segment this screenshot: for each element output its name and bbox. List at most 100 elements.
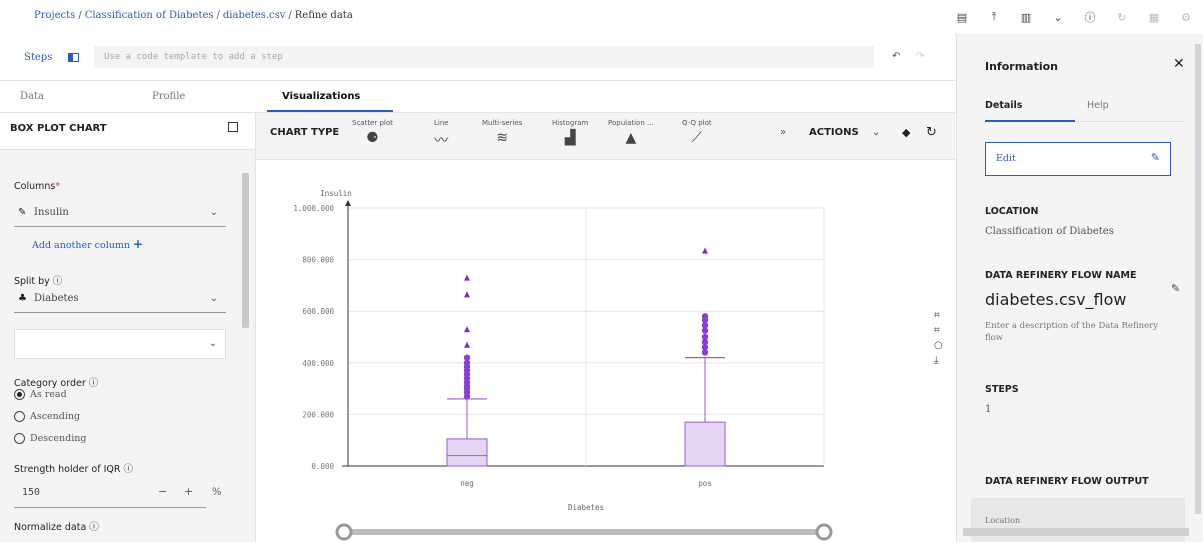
iqr-increment-button[interactable]: + bbox=[184, 485, 193, 498]
location-value: Classification of Diabetes bbox=[985, 226, 1114, 237]
steps-count: 1 bbox=[985, 404, 992, 415]
category-order-label: Category order ⓘ bbox=[14, 378, 99, 389]
table-icon[interactable]: ▤ bbox=[951, 8, 973, 26]
iqr-underline bbox=[14, 507, 206, 508]
tab-visualizations[interactable]: Visualizations bbox=[282, 91, 360, 102]
tab-data[interactable]: Data bbox=[20, 91, 44, 102]
chart-type-line[interactable]: Line 〰 bbox=[434, 119, 449, 150]
outlier-point bbox=[464, 274, 470, 281]
chart-area: 0.000 200.000 400.000 600.000 800.000 1,000.0… bbox=[256, 160, 955, 542]
pencil-icon: ✎ bbox=[1150, 151, 1160, 164]
outlier-point bbox=[464, 291, 470, 298]
undo-icon[interactable]: ↶ bbox=[892, 51, 900, 62]
y-axis-title: Insulin bbox=[320, 189, 352, 198]
chevron-down-icon[interactable]: ⌄ bbox=[872, 127, 880, 138]
outlier-point bbox=[463, 354, 471, 361]
steps-panel-toggle-icon[interactable] bbox=[68, 53, 79, 62]
chevron-down-icon: ⌄ bbox=[209, 293, 218, 304]
chevron-down-icon: ⌄ bbox=[208, 338, 217, 349]
range-slider-right-handle[interactable] bbox=[815, 523, 833, 541]
range-slider-left-handle[interactable] bbox=[335, 523, 353, 541]
y-tick-label: 600.000 bbox=[302, 307, 334, 316]
split-by-select[interactable]: ♣ Diabetes ⌄ bbox=[14, 287, 226, 313]
box-plot-chart: 0.000 200.000 400.000 600.000 800.000 1,000.0… bbox=[293, 189, 833, 541]
view-tabs: Data Profile Visualizations bbox=[0, 80, 955, 113]
reset-icon[interactable]: ○ bbox=[934, 340, 943, 351]
tab-help[interactable]: Help bbox=[1087, 100, 1109, 111]
chart-type-histogram[interactable]: Histogram ▟ bbox=[552, 119, 588, 146]
step-input[interactable]: Use a code template to add a step bbox=[94, 46, 874, 68]
chart-type-multiseries[interactable]: Multi-series ≋ bbox=[482, 119, 522, 146]
tab-details[interactable]: Details bbox=[985, 100, 1022, 111]
actions-menu[interactable]: ACTIONS bbox=[809, 127, 859, 138]
secondary-select[interactable]: ⌄ bbox=[14, 329, 226, 359]
active-tab-indicator bbox=[985, 120, 1075, 122]
breadcrumb: Projects / Classification of Diabetes / diab… bbox=[34, 10, 353, 21]
edit-flow-name-icon[interactable]: ✎ bbox=[1171, 282, 1180, 295]
outlier-point bbox=[702, 247, 708, 254]
flow-output-label: DATA REFINERY FLOW OUTPUT bbox=[985, 476, 1149, 487]
tag-icon[interactable]: ◆ bbox=[902, 126, 910, 139]
grid-icon[interactable]: ▦ bbox=[1143, 8, 1165, 26]
download-icon[interactable]: ⤓ bbox=[934, 355, 943, 366]
outlier-point bbox=[464, 341, 470, 348]
crop-icon[interactable]: ⌗ bbox=[934, 310, 943, 321]
horizontal-scrollbar[interactable] bbox=[963, 528, 1189, 536]
panel-scrollbar[interactable] bbox=[1195, 44, 1201, 514]
chart-type-qq[interactable]: Q-Q plot ⟋ bbox=[682, 119, 712, 146]
radio-descending[interactable]: Descending bbox=[14, 433, 87, 444]
box bbox=[446, 438, 488, 467]
chart-type-population[interactable]: Population ... ▲ bbox=[608, 119, 654, 146]
breadcrumb-projects[interactable]: Projects bbox=[34, 10, 75, 21]
chart-settings-panel: BOX PLOT CHART Columns* ✎ Insulin ⌄ Add … bbox=[0, 113, 256, 542]
active-tab-indicator bbox=[267, 110, 393, 112]
breadcrumb-dataset[interactable]: diabetes.csv bbox=[223, 10, 286, 21]
chart-type-label: CHART TYPE bbox=[270, 127, 340, 138]
y-tick-label: 0.000 bbox=[311, 462, 334, 471]
panel-title: BOX PLOT CHART bbox=[10, 123, 107, 134]
histogram-icon: ▟ bbox=[564, 130, 576, 146]
y-tick-label: 1,000.000 bbox=[293, 204, 334, 213]
panel-scrollbar[interactable] bbox=[242, 173, 249, 328]
close-icon[interactable]: ✕ bbox=[1173, 56, 1185, 72]
x-axis-title: Diabetes bbox=[568, 503, 604, 512]
top-bar: Projects / Classification of Diabetes / diab… bbox=[0, 0, 1203, 35]
history-icon[interactable]: ↻ bbox=[1111, 8, 1133, 26]
tab-profile[interactable]: Profile bbox=[152, 91, 185, 102]
split-by-label: Split by ⓘ bbox=[14, 276, 63, 287]
refresh-icon[interactable]: ↻ bbox=[926, 125, 937, 140]
steps-label: STEPS bbox=[985, 384, 1019, 395]
breadcrumb-project[interactable]: Classification of Diabetes bbox=[85, 10, 214, 21]
chevron-down-icon: ⌄ bbox=[209, 207, 218, 218]
iqr-decrement-button[interactable]: − bbox=[158, 485, 167, 498]
view-icon[interactable]: ▥ bbox=[1015, 8, 1037, 26]
more-chart-types-icon[interactable]: » bbox=[780, 127, 786, 138]
settings-icon[interactable]: ⚙ bbox=[1175, 8, 1197, 26]
select-icon[interactable]: ⌗ bbox=[934, 325, 943, 336]
normalize-label: Normalize data ⓘ bbox=[14, 522, 99, 533]
add-column-button[interactable]: Add another column + bbox=[32, 237, 143, 251]
y-tick-label: 400.000 bbox=[302, 359, 334, 368]
x-tick-label: neg bbox=[460, 479, 474, 488]
breadcrumb-current: Refine data bbox=[294, 10, 353, 21]
column-select[interactable]: ✎ Insulin ⌄ bbox=[14, 201, 226, 227]
redo-icon[interactable]: ↷ bbox=[916, 51, 924, 62]
steps-label[interactable]: Steps bbox=[24, 52, 52, 63]
y-tick-label: 200.000 bbox=[302, 410, 334, 419]
collapse-panel-icon[interactable] bbox=[228, 122, 238, 132]
chart-type-scatter[interactable]: Scatter plot ⚈ bbox=[352, 119, 393, 146]
outlier-point bbox=[701, 333, 709, 341]
box bbox=[684, 421, 726, 467]
radio-ascending[interactable]: Ascending bbox=[14, 411, 80, 422]
flow-name-label: DATA REFINERY FLOW NAME bbox=[985, 270, 1137, 281]
information-panel: Information ✕ Details Help Edit ✎ LOCATI… bbox=[956, 34, 1203, 542]
radio-as-read[interactable]: As read bbox=[14, 389, 67, 400]
flow-description[interactable]: Enter a description of the Data Refinery… bbox=[985, 320, 1175, 344]
chevron-down-icon[interactable]: ⌄ bbox=[1047, 8, 1069, 26]
upload-icon[interactable]: ⤒ bbox=[983, 8, 1005, 26]
iqr-input[interactable]: 150 bbox=[22, 487, 40, 498]
info-icon[interactable]: ⓘ bbox=[1079, 8, 1101, 26]
edit-button[interactable]: Edit ✎ bbox=[985, 142, 1171, 176]
plus-icon: + bbox=[133, 237, 144, 251]
chart-type-bar: CHART TYPE Scatter plot ⚈ Line 〰 Multi-ser… bbox=[256, 113, 955, 160]
